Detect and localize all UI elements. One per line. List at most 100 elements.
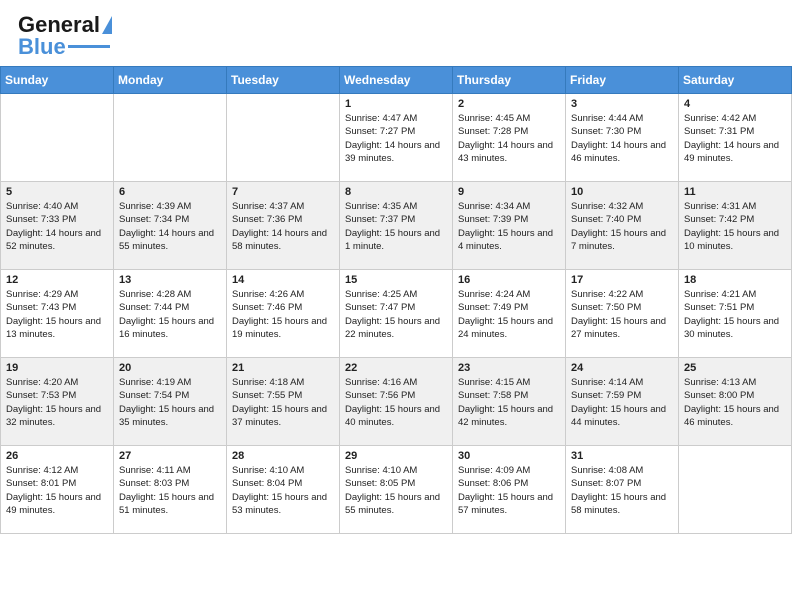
day-info: Sunrise: 4:20 AMSunset: 7:53 PMDaylight:… xyxy=(6,376,108,429)
day-info: Sunrise: 4:21 AMSunset: 7:51 PMDaylight:… xyxy=(684,288,786,341)
day-info: Sunrise: 4:35 AMSunset: 7:37 PMDaylight:… xyxy=(345,200,447,253)
weekday-header: Sunday xyxy=(1,67,114,94)
day-info: Sunrise: 4:15 AMSunset: 7:58 PMDaylight:… xyxy=(458,376,560,429)
day-info: Sunrise: 4:29 AMSunset: 7:43 PMDaylight:… xyxy=(6,288,108,341)
calendar-cell: 31 Sunrise: 4:08 AMSunset: 8:07 PMDayligh… xyxy=(566,446,679,534)
day-number: 13 xyxy=(119,274,221,286)
calendar-week-row: 26 Sunrise: 4:12 AMSunset: 8:01 PMDayligh… xyxy=(1,446,792,534)
day-number: 19 xyxy=(6,362,108,374)
calendar-cell: 23 Sunrise: 4:15 AMSunset: 7:58 PMDayligh… xyxy=(453,358,566,446)
calendar-week-row: 5 Sunrise: 4:40 AMSunset: 7:33 PMDaylight… xyxy=(1,182,792,270)
day-number: 15 xyxy=(345,274,447,286)
calendar-cell: 2 Sunrise: 4:45 AMSunset: 7:28 PMDaylight… xyxy=(453,94,566,182)
day-number: 10 xyxy=(571,186,673,198)
day-info: Sunrise: 4:10 AMSunset: 8:05 PMDaylight:… xyxy=(345,464,447,517)
weekday-header: Monday xyxy=(114,67,227,94)
calendar-cell: 11 Sunrise: 4:31 AMSunset: 7:42 PMDayligh… xyxy=(679,182,792,270)
calendar-cell xyxy=(1,94,114,182)
calendar-cell: 29Sunrise: 4:10 AMSunset: 8:05 PMDayligh… xyxy=(340,446,453,534)
day-info: Sunrise: 4:39 AMSunset: 7:34 PMDaylight:… xyxy=(119,200,221,253)
calendar-cell: 21 Sunrise: 4:18 AMSunset: 7:55 PMDayligh… xyxy=(227,358,340,446)
weekday-header: Saturday xyxy=(679,67,792,94)
calendar-cell: 19 Sunrise: 4:20 AMSunset: 7:53 PMDayligh… xyxy=(1,358,114,446)
day-info: Sunrise: 4:42 AMSunset: 7:31 PMDaylight:… xyxy=(684,112,786,165)
day-number: 3 xyxy=(571,98,673,110)
day-info: Sunrise: 4:11 AMSunset: 8:03 PMDaylight:… xyxy=(119,464,221,517)
day-number: 2 xyxy=(458,98,560,110)
day-info: Sunrise: 4:14 AMSunset: 7:59 PMDaylight:… xyxy=(571,376,673,429)
calendar-cell: 16Sunrise: 4:24 AMSunset: 7:49 PMDayligh… xyxy=(453,270,566,358)
calendar-cell: 28 Sunrise: 4:10 AMSunset: 8:04 PMDayligh… xyxy=(227,446,340,534)
day-number: 20 xyxy=(119,362,221,374)
calendar-cell: 10 Sunrise: 4:32 AMSunset: 7:40 PMDayligh… xyxy=(566,182,679,270)
weekday-header: Wednesday xyxy=(340,67,453,94)
calendar-cell: 25Sunrise: 4:13 AMSunset: 8:00 PMDayligh… xyxy=(679,358,792,446)
day-number: 23 xyxy=(458,362,560,374)
day-number: 28 xyxy=(232,450,334,462)
day-info: Sunrise: 4:08 AMSunset: 8:07 PMDaylight:… xyxy=(571,464,673,517)
calendar-cell: 13 Sunrise: 4:28 AMSunset: 7:44 PMDayligh… xyxy=(114,270,227,358)
calendar-table: SundayMondayTuesdayWednesdayThursdayFrid… xyxy=(0,66,792,534)
day-info: Sunrise: 4:45 AMSunset: 7:28 PMDaylight:… xyxy=(458,112,560,165)
calendar-cell: 6 Sunrise: 4:39 AMSunset: 7:34 PMDaylight… xyxy=(114,182,227,270)
calendar-cell: 26 Sunrise: 4:12 AMSunset: 8:01 PMDayligh… xyxy=(1,446,114,534)
day-number: 24 xyxy=(571,362,673,374)
day-number: 22 xyxy=(345,362,447,374)
day-info: Sunrise: 4:25 AMSunset: 7:47 PMDaylight:… xyxy=(345,288,447,341)
day-number: 4 xyxy=(684,98,786,110)
day-number: 1 xyxy=(345,98,447,110)
day-info: Sunrise: 4:32 AMSunset: 7:40 PMDaylight:… xyxy=(571,200,673,253)
day-info: Sunrise: 4:22 AMSunset: 7:50 PMDaylight:… xyxy=(571,288,673,341)
day-number: 6 xyxy=(119,186,221,198)
day-number: 21 xyxy=(232,362,334,374)
day-number: 18 xyxy=(684,274,786,286)
day-info: Sunrise: 4:44 AMSunset: 7:30 PMDaylight:… xyxy=(571,112,673,165)
day-number: 26 xyxy=(6,450,108,462)
calendar-cell: 30 Sunrise: 4:09 AMSunset: 8:06 PMDayligh… xyxy=(453,446,566,534)
calendar-week-row: 12Sunrise: 4:29 AMSunset: 7:43 PMDayligh… xyxy=(1,270,792,358)
calendar-cell: 20 Sunrise: 4:19 AMSunset: 7:54 PMDayligh… xyxy=(114,358,227,446)
day-info: Sunrise: 4:28 AMSunset: 7:44 PMDaylight:… xyxy=(119,288,221,341)
day-info: Sunrise: 4:09 AMSunset: 8:06 PMDaylight:… xyxy=(458,464,560,517)
day-number: 5 xyxy=(6,186,108,198)
weekday-header: Friday xyxy=(566,67,679,94)
calendar-cell xyxy=(227,94,340,182)
day-info: Sunrise: 4:12 AMSunset: 8:01 PMDaylight:… xyxy=(6,464,108,517)
calendar-cell: 22 Sunrise: 4:16 AMSunset: 7:56 PMDayligh… xyxy=(340,358,453,446)
calendar-cell: 5 Sunrise: 4:40 AMSunset: 7:33 PMDaylight… xyxy=(1,182,114,270)
day-number: 31 xyxy=(571,450,673,462)
day-info: Sunrise: 4:13 AMSunset: 8:00 PMDaylight:… xyxy=(684,376,786,429)
calendar-cell: 12Sunrise: 4:29 AMSunset: 7:43 PMDayligh… xyxy=(1,270,114,358)
day-info: Sunrise: 4:26 AMSunset: 7:46 PMDaylight:… xyxy=(232,288,334,341)
day-info: Sunrise: 4:24 AMSunset: 7:49 PMDaylight:… xyxy=(458,288,560,341)
calendar-cell: 17 Sunrise: 4:22 AMSunset: 7:50 PMDayligh… xyxy=(566,270,679,358)
day-info: Sunrise: 4:31 AMSunset: 7:42 PMDaylight:… xyxy=(684,200,786,253)
calendar-cell: 14 Sunrise: 4:26 AMSunset: 7:46 PMDayligh… xyxy=(227,270,340,358)
calendar-cell: 8 Sunrise: 4:35 AMSunset: 7:37 PMDaylight… xyxy=(340,182,453,270)
day-number: 17 xyxy=(571,274,673,286)
calendar-cell: 4 Sunrise: 4:42 AMSunset: 7:31 PMDaylight… xyxy=(679,94,792,182)
calendar-cell: 3 Sunrise: 4:44 AMSunset: 7:30 PMDaylight… xyxy=(566,94,679,182)
day-info: Sunrise: 4:10 AMSunset: 8:04 PMDaylight:… xyxy=(232,464,334,517)
day-info: Sunrise: 4:16 AMSunset: 7:56 PMDaylight:… xyxy=(345,376,447,429)
calendar-cell: 1 Sunrise: 4:47 AMSunset: 7:27 PMDaylight… xyxy=(340,94,453,182)
day-number: 8 xyxy=(345,186,447,198)
day-info: Sunrise: 4:40 AMSunset: 7:33 PMDaylight:… xyxy=(6,200,108,253)
day-info: Sunrise: 4:19 AMSunset: 7:54 PMDaylight:… xyxy=(119,376,221,429)
day-number: 7 xyxy=(232,186,334,198)
day-number: 14 xyxy=(232,274,334,286)
day-info: Sunrise: 4:18 AMSunset: 7:55 PMDaylight:… xyxy=(232,376,334,429)
calendar-week-row: 19 Sunrise: 4:20 AMSunset: 7:53 PMDayligh… xyxy=(1,358,792,446)
calendar-cell: 24 Sunrise: 4:14 AMSunset: 7:59 PMDayligh… xyxy=(566,358,679,446)
day-info: Sunrise: 4:37 AMSunset: 7:36 PMDaylight:… xyxy=(232,200,334,253)
calendar-cell: 15 Sunrise: 4:25 AMSunset: 7:47 PMDayligh… xyxy=(340,270,453,358)
calendar-cell xyxy=(114,94,227,182)
calendar-cell xyxy=(679,446,792,534)
calendar-cell: 18 Sunrise: 4:21 AMSunset: 7:51 PMDayligh… xyxy=(679,270,792,358)
day-number: 30 xyxy=(458,450,560,462)
day-number: 9 xyxy=(458,186,560,198)
day-number: 11 xyxy=(684,186,786,198)
day-info: Sunrise: 4:47 AMSunset: 7:27 PMDaylight:… xyxy=(345,112,447,165)
page-header: General Blue xyxy=(0,0,792,66)
logo-general: General xyxy=(18,12,100,38)
